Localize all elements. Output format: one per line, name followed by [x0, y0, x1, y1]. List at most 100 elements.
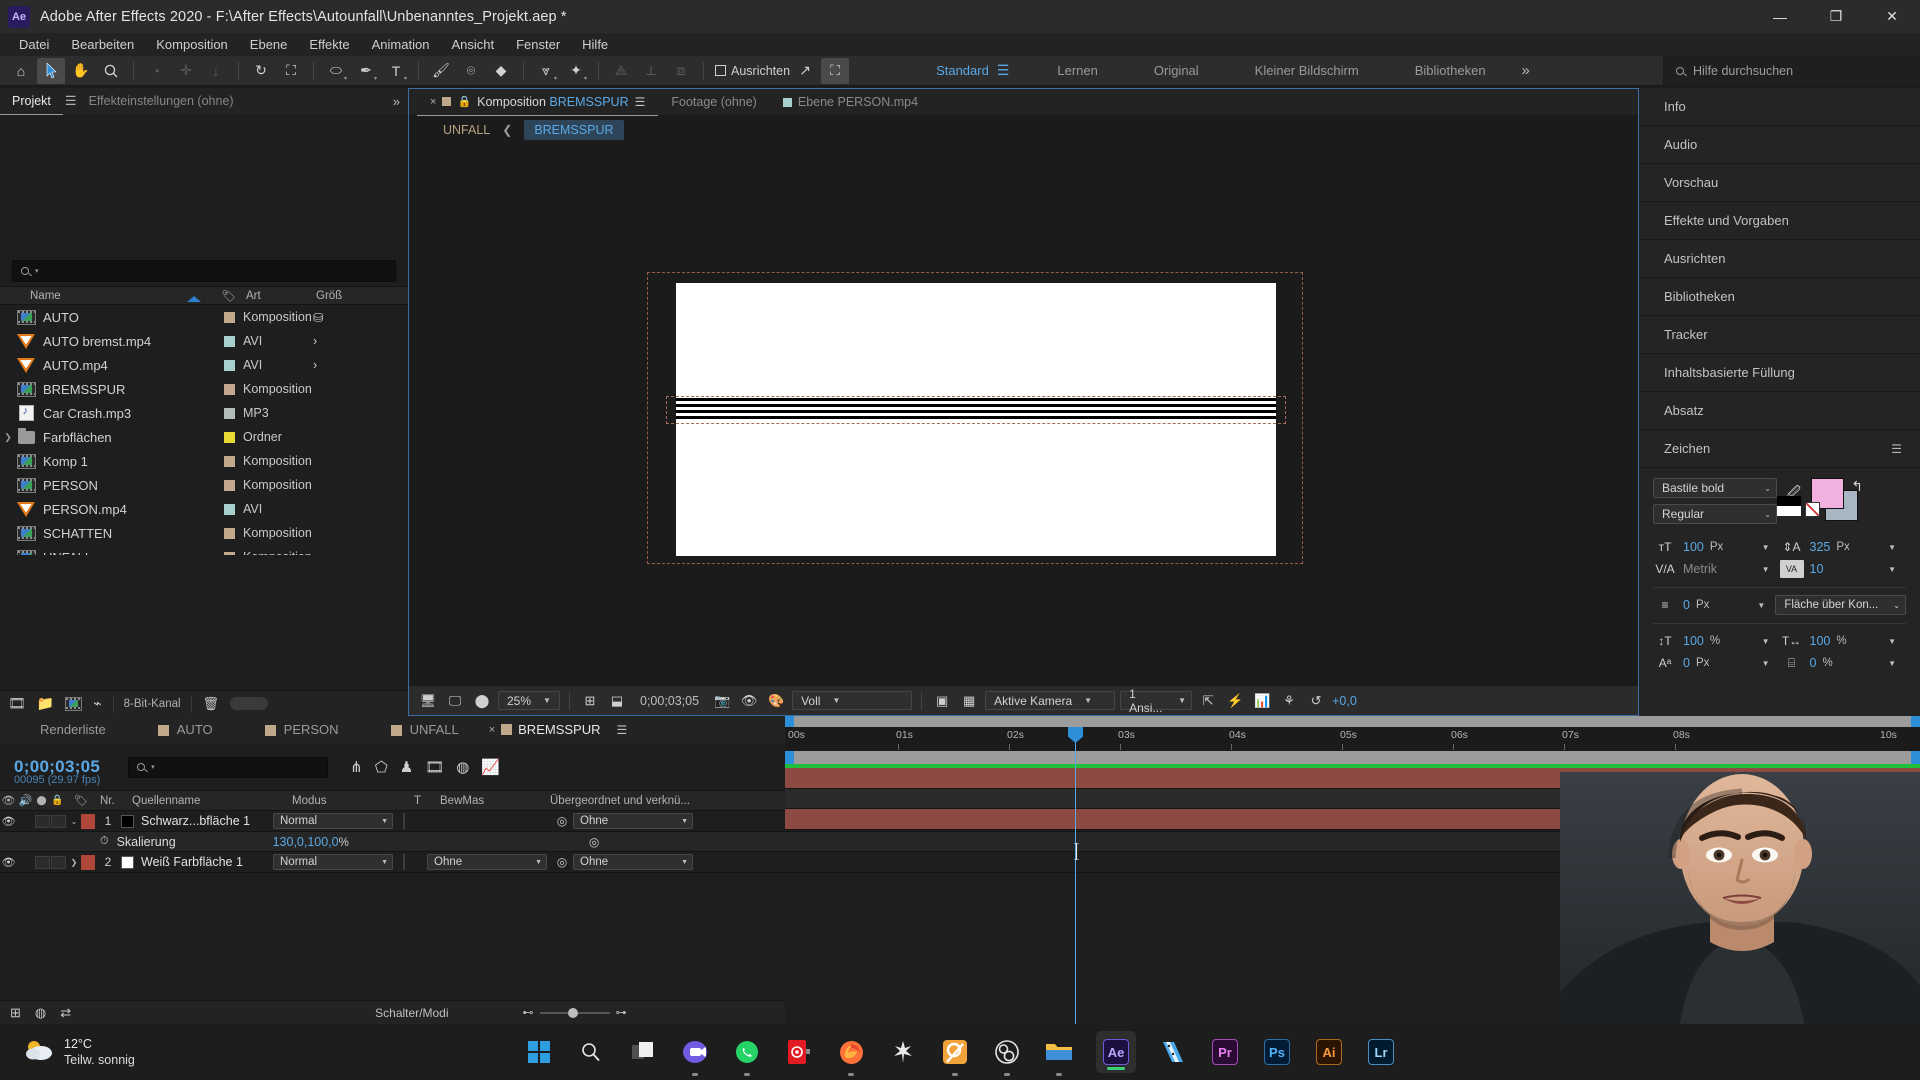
disclosure-icon[interactable]: ❯ — [0, 432, 16, 443]
list-item[interactable]: Car Crash.mp3 MP3 — [0, 401, 408, 425]
lock-icon[interactable]: 🔒 — [457, 89, 471, 115]
file-explorer-icon[interactable] — [1044, 1037, 1074, 1076]
layer-solo-box[interactable] — [35, 814, 50, 828]
hide-shy-layers-icon[interactable]: ♟ — [400, 758, 413, 776]
timeline-zoom-slider[interactable]: ⊷ ⊶ — [523, 1006, 627, 1019]
shape-tool-icon[interactable]: ⬭ ▾ — [322, 58, 350, 84]
layer-name[interactable]: Weiß Farbfläche 1 — [141, 855, 273, 869]
reset-exposure-icon[interactable]: ↺ — [1305, 691, 1327, 711]
font-size-field[interactable]: ᴛT 100 Px ▼ — [1653, 538, 1780, 556]
workspace-original[interactable]: Original — [1126, 63, 1227, 78]
list-item[interactable]: UNFALL Komposition — [0, 545, 408, 555]
camtasia-icon[interactable] — [940, 1037, 970, 1076]
no-color-icon[interactable] — [1804, 502, 1820, 517]
item-label-color[interactable] — [216, 311, 243, 323]
font-style-select[interactable]: Regular ⌄ — [1653, 504, 1777, 524]
pan-camera-tool-icon[interactable]: ✛ — [172, 58, 200, 84]
chevron-down-icon[interactable]: ▼ — [1888, 659, 1906, 668]
close-icon[interactable]: × — [489, 716, 495, 744]
column-nr[interactable]: Nr. — [96, 795, 130, 807]
always-preview-icon[interactable]: 🖥 — [417, 691, 439, 711]
text-tool-icon[interactable]: T ▾ — [382, 58, 410, 84]
layer-solo-box[interactable] — [35, 855, 50, 869]
swap-colors-icon[interactable]: ↰ — [1851, 478, 1863, 495]
camera-dropdown[interactable]: Aktive Kamera ▼ — [985, 691, 1116, 710]
panel-absatz[interactable]: Absatz — [1639, 392, 1920, 430]
panel-tracker[interactable]: Tracker — [1639, 316, 1920, 354]
draft-3d-icon[interactable]: ⬠ — [375, 758, 388, 776]
roto-brush-tool-icon[interactable]: ⩔ ▾ — [532, 58, 560, 84]
menu-ebene[interactable]: Ebene — [239, 33, 299, 56]
column-label-tag-icon[interactable]: 🏷 — [215, 289, 242, 303]
main-viewer-icon[interactable]: 🖵 — [444, 691, 466, 711]
timeline-search-input[interactable]: ▾ — [128, 756, 329, 778]
chevron-down-icon[interactable]: ▼ — [1762, 659, 1780, 668]
item-label-color[interactable] — [216, 383, 243, 395]
switches-modes-label[interactable]: Schalter/Modi — [375, 1006, 448, 1020]
stopwatch-icon[interactable]: ⏱ — [100, 835, 109, 848]
selection-tool-icon[interactable] — [37, 57, 65, 84]
new-folder-icon[interactable]: 📁 — [37, 695, 54, 712]
motion-blur-icon[interactable]: ◍ — [456, 758, 469, 776]
layer-label-color[interactable] — [81, 813, 95, 829]
column-art[interactable]: Art — [242, 290, 312, 302]
illustrator-icon[interactable]: Ai — [1314, 1037, 1344, 1067]
brush-tool-icon[interactable]: 🖌 — [427, 58, 455, 84]
workspace-lernen[interactable]: Lernen — [1029, 63, 1125, 78]
dolly-tool-icon[interactable]: ↓ — [202, 58, 230, 84]
maximize-button[interactable]: ❐ — [1808, 0, 1864, 33]
item-label-color[interactable] — [216, 431, 243, 443]
property-value[interactable]: 130,0,100,0 — [273, 835, 339, 849]
composition-mini-flowchart-icon[interactable]: ⋔ — [350, 758, 363, 776]
home-icon[interactable]: ⌂ — [7, 58, 35, 84]
project-search-input[interactable]: ▾ — [12, 260, 396, 282]
menu-ansicht[interactable]: Ansicht — [440, 33, 505, 56]
minimize-button[interactable]: — — [1752, 0, 1808, 33]
menu-effekte[interactable]: Effekte — [298, 33, 360, 56]
playhead[interactable] — [1068, 727, 1083, 1024]
layer-video-toggle-icon[interactable]: 👁 — [0, 856, 17, 869]
rgb-channels-icon[interactable]: 🎨 — [765, 691, 787, 711]
tab-unfall[interactable]: UNFALL — [365, 716, 485, 744]
expand-collapse-icon[interactable]: ⊞ — [10, 1005, 21, 1021]
search-icon[interactable] — [576, 1037, 606, 1067]
close-icon[interactable]: × — [430, 89, 436, 115]
close-button[interactable]: ✕ — [1864, 0, 1920, 33]
zoom-out-icon[interactable]: ⊷ — [523, 1006, 534, 1019]
show-snapshot-icon[interactable]: 👁 — [738, 691, 760, 711]
layer-switches-icon[interactable]: ⇄ — [60, 1005, 71, 1021]
timeline-menu-icon[interactable]: ☰ — [617, 716, 628, 744]
transfer-controls-icon[interactable]: ◍ — [35, 1005, 46, 1021]
parent-pickwhip-icon[interactable]: ◎ — [551, 814, 573, 828]
panel-info[interactable]: Info — [1639, 88, 1920, 126]
vertical-scale-field[interactable]: ↕T 100 % ▼ — [1653, 632, 1780, 650]
teams-icon[interactable] — [680, 1037, 710, 1076]
chevron-down-icon[interactable]: ▼ — [1757, 601, 1775, 610]
transparency-grid-icon[interactable]: ▣ — [931, 691, 953, 711]
list-item[interactable]: AUTO bremst.mp4 AVI › — [0, 329, 408, 353]
item-label-color[interactable] — [216, 359, 243, 371]
layer-preserve-transparency[interactable] — [403, 813, 427, 829]
column-name[interactable]: Name — [0, 290, 215, 302]
layer-parent-select[interactable]: Ohne ▼ — [573, 813, 693, 829]
layer-video-toggle-icon[interactable]: 👁 — [0, 815, 17, 828]
layer-expand-icon[interactable]: ❯ — [67, 858, 81, 867]
work-area-start-handle[interactable] — [785, 751, 794, 764]
tab-person[interactable]: PERSON — [239, 716, 365, 744]
layer-lock-box[interactable] — [51, 814, 66, 828]
panel-vorschau[interactable]: Vorschau — [1639, 164, 1920, 202]
column-modus[interactable]: Modus — [292, 795, 414, 807]
horizontal-scale-field[interactable]: T↔ 100 % ▼ — [1780, 632, 1907, 650]
work-area-end-handle[interactable] — [1911, 716, 1920, 727]
layer-parent-select[interactable]: Ohne ▼ — [573, 854, 693, 870]
kerning-field[interactable]: V/A Metrik ▼ — [1653, 560, 1780, 578]
comp-flowchart-icon[interactable]: ⚘ — [1278, 691, 1300, 711]
work-area-end-handle[interactable] — [1911, 751, 1920, 764]
item-label-color[interactable] — [216, 455, 243, 467]
anchor-point-tool-icon[interactable]: ⛶ — [277, 58, 305, 84]
list-item[interactable]: SCHATTEN Komposition — [0, 521, 408, 545]
stroke-width-field[interactable]: ≡ 0 Px ▼ — [1653, 596, 1775, 614]
work-area-start-handle[interactable] — [785, 716, 794, 727]
chevron-down-icon[interactable]: ▼ — [1762, 637, 1780, 646]
whatsapp-icon[interactable] — [732, 1037, 762, 1076]
